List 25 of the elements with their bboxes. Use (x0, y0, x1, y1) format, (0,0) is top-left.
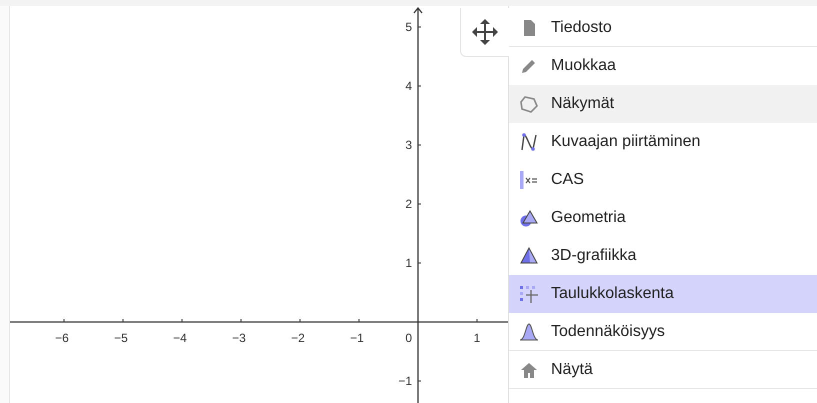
bell-curve-icon (519, 322, 539, 342)
y-tick-label: 2 (405, 197, 412, 211)
curve-icon (519, 132, 539, 152)
menu-item[interactable]: Taulukkolaskenta (509, 275, 817, 313)
y-tick-label: −1 (398, 374, 412, 388)
y-tick-label: 1 (405, 256, 412, 270)
y-tick-label: 5 (405, 20, 412, 34)
pyramid-icon (519, 246, 539, 266)
y-tick-label: 3 (405, 138, 412, 152)
x-tick-label: −5 (114, 331, 128, 345)
move-icon (471, 18, 499, 46)
move-graphics-view-button[interactable] (460, 8, 509, 57)
grid-icon (519, 284, 539, 304)
origin-label: 0 (405, 331, 412, 345)
menu-item[interactable]: Näkymät (509, 85, 817, 123)
cas-icon (519, 170, 539, 190)
x-tick-label: −4 (173, 331, 187, 345)
y-tick-label: 4 (405, 79, 412, 93)
triangle-circle-icon (519, 208, 539, 228)
x-tick-label: −6 (55, 331, 69, 345)
x-tick-label: −3 (232, 331, 246, 345)
x-tick-label: −2 (291, 331, 305, 345)
x-tick-label: 1 (474, 331, 480, 345)
x-tick-label: −1 (350, 331, 364, 345)
pentagon-icon (519, 94, 539, 114)
